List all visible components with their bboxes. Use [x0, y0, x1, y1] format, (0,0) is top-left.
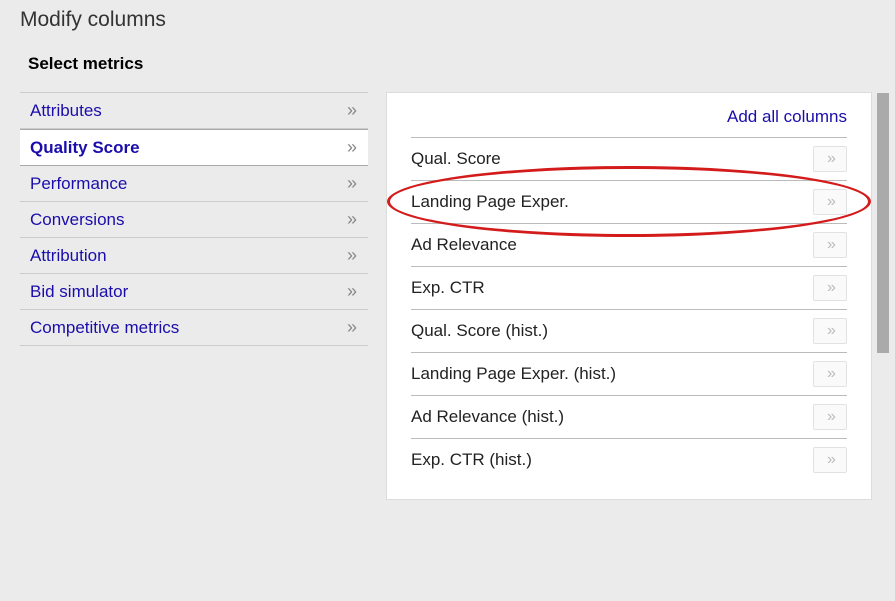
sidebar-item-quality-score[interactable]: Quality Score » — [20, 129, 368, 166]
add-metric-button[interactable]: » — [813, 275, 847, 301]
add-metric-button[interactable]: » — [813, 318, 847, 344]
add-metric-button[interactable]: » — [813, 447, 847, 473]
sidebar-item-label: Bid simulator — [30, 282, 128, 302]
metric-row: Landing Page Exper. (hist.) » — [411, 352, 847, 395]
add-metric-button[interactable]: » — [813, 146, 847, 172]
metrics-category-sidebar: Attributes»Quality Score»Performance»Con… — [20, 92, 368, 346]
chevron-right-icon: » — [347, 137, 354, 158]
metric-row: Exp. CTR » — [411, 266, 847, 309]
sidebar-item-performance[interactable]: Performance » — [20, 166, 368, 202]
add-metric-button[interactable]: » — [813, 232, 847, 258]
sidebar-item-label: Competitive metrics — [30, 318, 179, 338]
metric-row: Ad Relevance » — [411, 223, 847, 266]
metric-label: Ad Relevance (hist.) — [411, 407, 564, 427]
metrics-panel: Add all columns Qual. Score»Landing Page… — [386, 92, 872, 500]
section-title: Select metrics — [28, 54, 895, 74]
sidebar-item-bid-simulator[interactable]: Bid simulator » — [20, 274, 368, 310]
sidebar-item-label: Attribution — [30, 246, 107, 266]
chevron-right-icon: » — [347, 173, 354, 194]
add-all-columns-link[interactable]: Add all columns — [727, 107, 847, 126]
chevron-right-icon: » — [347, 100, 354, 121]
sidebar-item-competitive-metrics[interactable]: Competitive metrics » — [20, 310, 368, 346]
metric-label: Landing Page Exper. — [411, 192, 569, 212]
sidebar-item-conversions[interactable]: Conversions » — [20, 202, 368, 238]
metric-label: Landing Page Exper. (hist.) — [411, 364, 616, 384]
chevron-right-icon: » — [347, 209, 354, 230]
sidebar-item-label: Performance — [30, 174, 127, 194]
metric-row: Landing Page Exper. » — [411, 180, 847, 223]
metric-row: Exp. CTR (hist.) » — [411, 438, 847, 481]
metric-row: Qual. Score » — [411, 137, 847, 180]
sidebar-item-label: Quality Score — [30, 138, 140, 158]
add-metric-button[interactable]: » — [813, 404, 847, 430]
metric-label: Qual. Score (hist.) — [411, 321, 548, 341]
chevron-right-icon: » — [347, 245, 354, 266]
metric-row: Ad Relevance (hist.) » — [411, 395, 847, 438]
scrollbar-thumb[interactable] — [877, 93, 889, 353]
add-metric-button[interactable]: » — [813, 189, 847, 215]
sidebar-item-label: Conversions — [30, 210, 125, 230]
sidebar-item-label: Attributes — [30, 101, 102, 121]
metric-row: Qual. Score (hist.) » — [411, 309, 847, 352]
chevron-right-icon: » — [347, 281, 354, 302]
add-metric-button[interactable]: » — [813, 361, 847, 387]
metric-label: Exp. CTR (hist.) — [411, 450, 532, 470]
metric-label: Exp. CTR — [411, 278, 485, 298]
sidebar-item-attributes[interactable]: Attributes » — [20, 92, 368, 129]
sidebar-item-attribution[interactable]: Attribution » — [20, 238, 368, 274]
chevron-right-icon: » — [347, 317, 354, 338]
metric-label: Ad Relevance — [411, 235, 517, 255]
page-title: Modify columns — [20, 8, 895, 32]
metric-label: Qual. Score — [411, 149, 501, 169]
